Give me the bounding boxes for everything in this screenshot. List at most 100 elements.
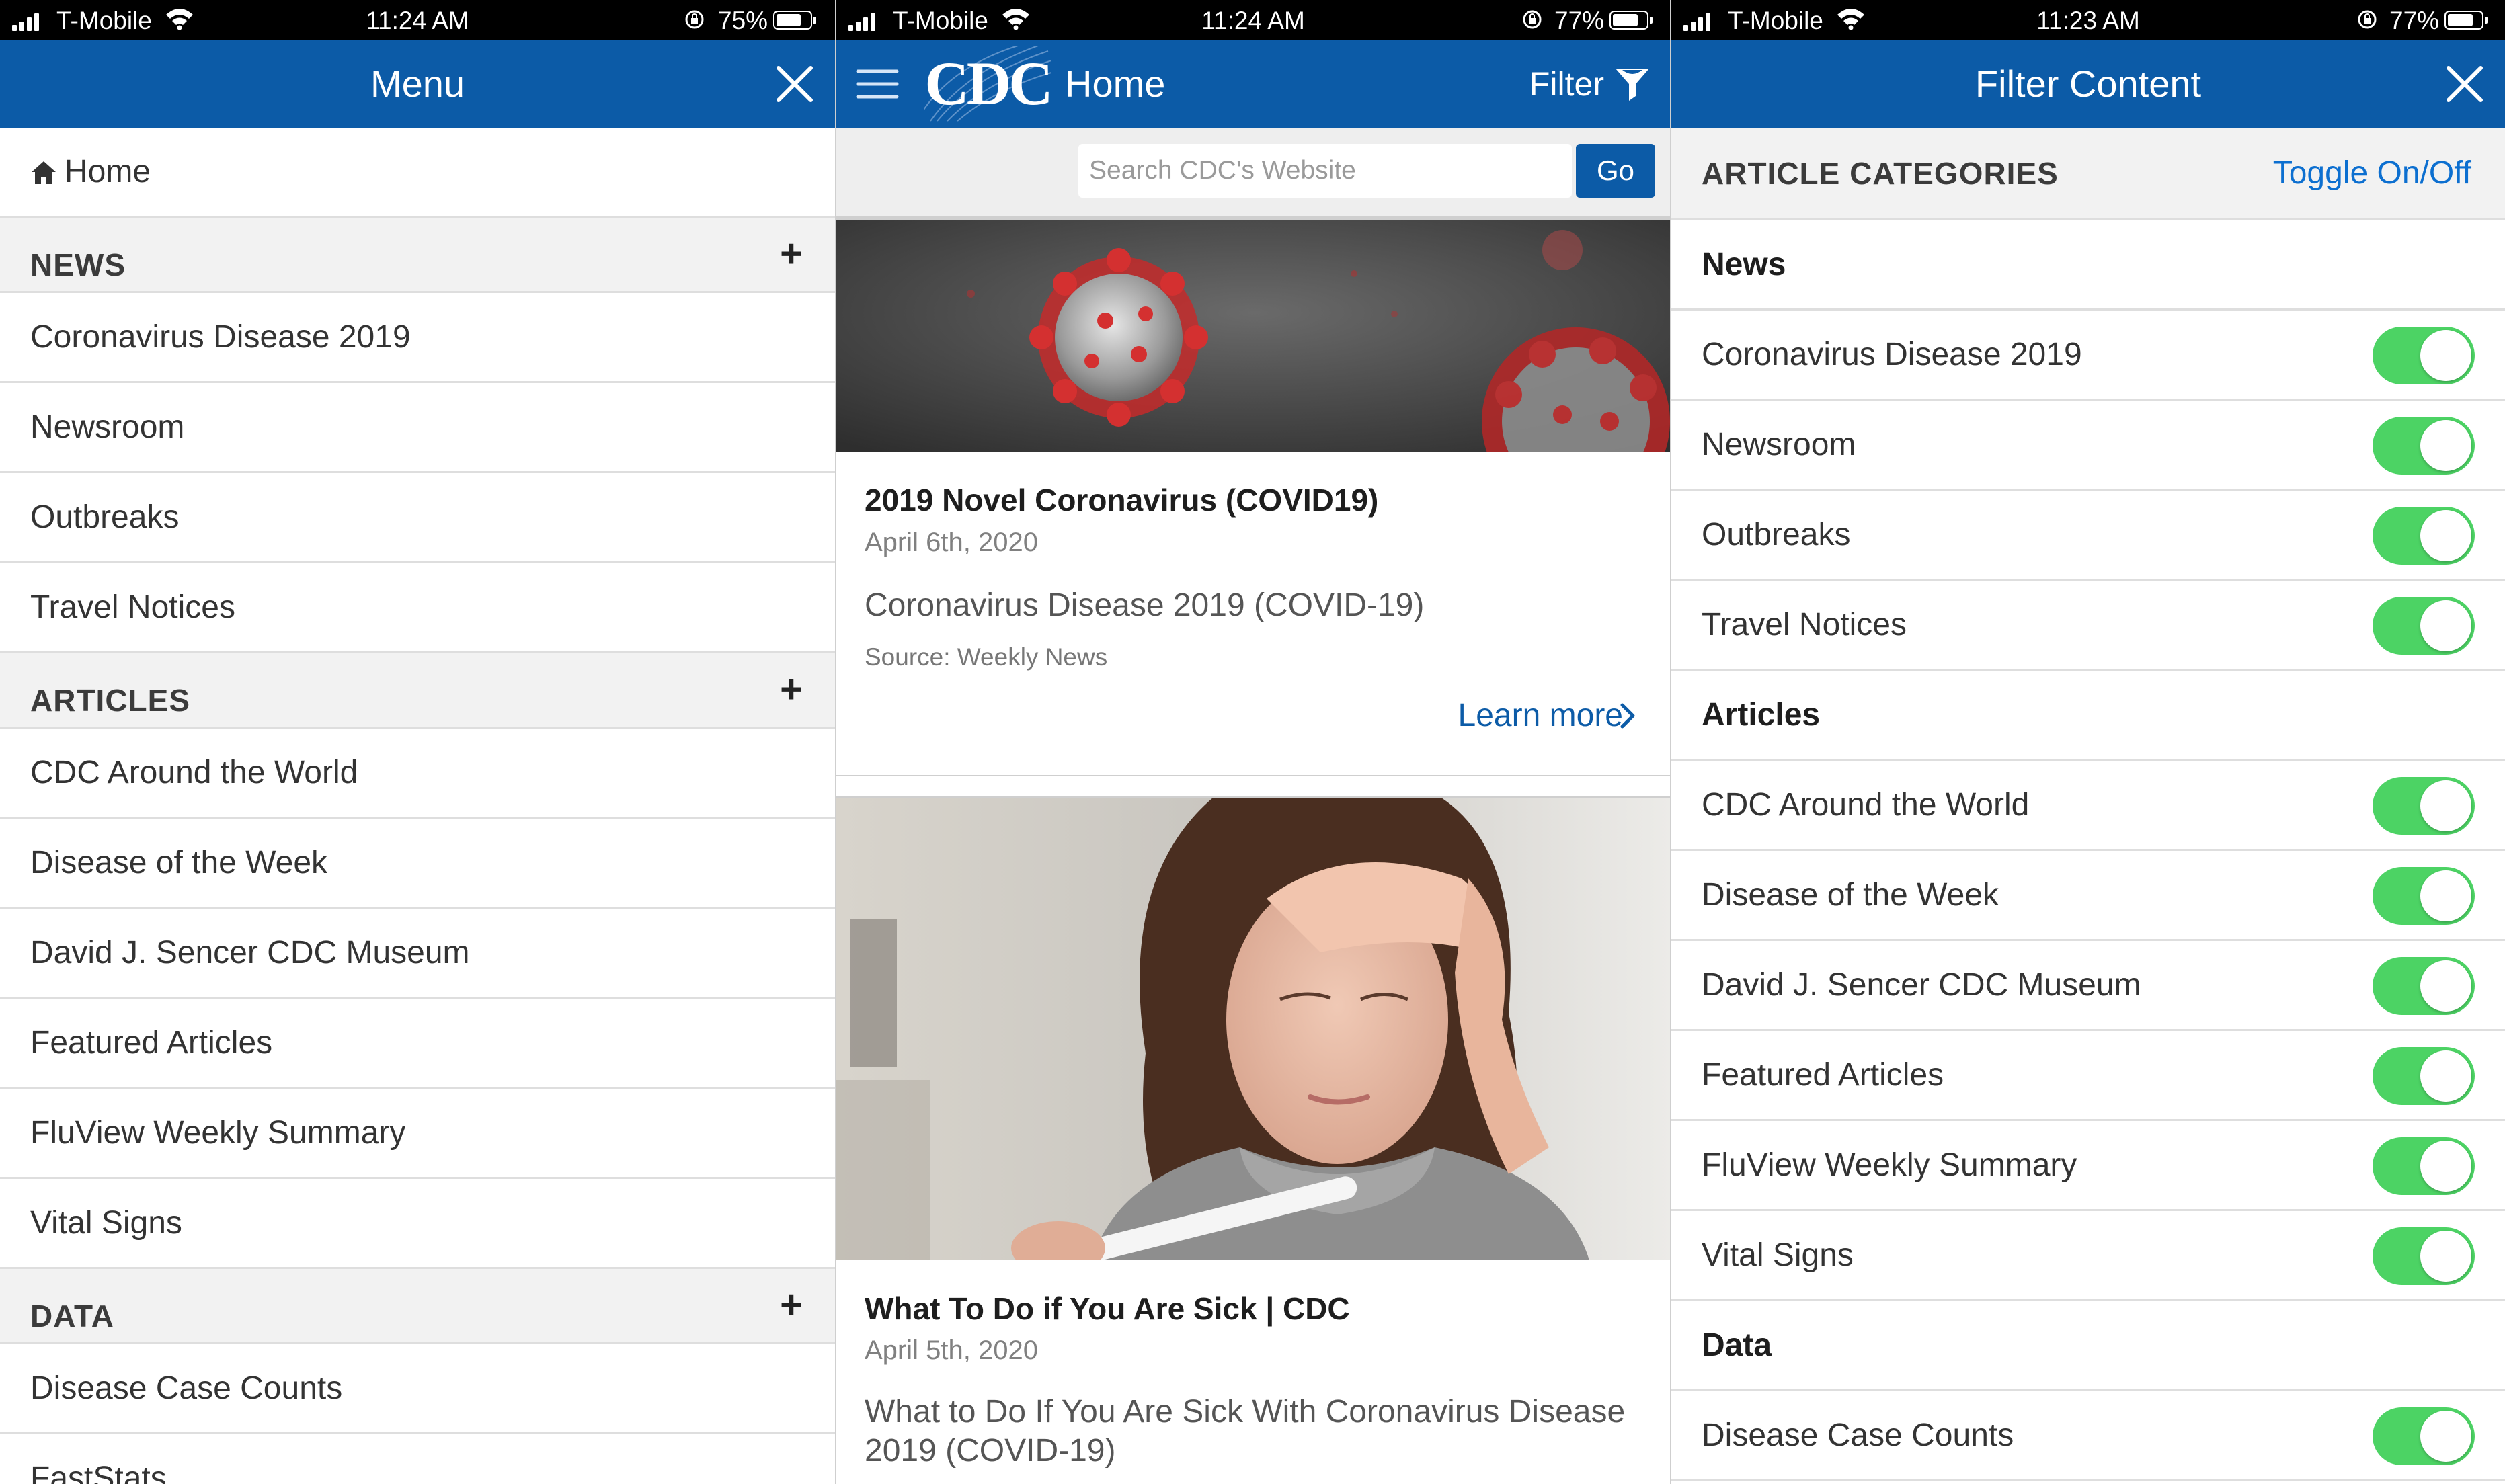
menu-item[interactable]: Vital Signs [0, 1179, 835, 1269]
menu-item-home[interactable]: Home [0, 128, 835, 218]
menu-item[interactable]: David J. Sencer CDC Museum [0, 909, 835, 999]
menu-item-label: Disease of the Week [30, 845, 328, 880]
menu-item-label: Outbreaks [30, 499, 180, 535]
menu-title: Menu [370, 63, 465, 105]
menu-item[interactable]: Outbreaks [0, 473, 835, 563]
orientation-lock-icon [1523, 10, 1542, 29]
toggle-switch[interactable] [2373, 327, 2475, 384]
cdc-logo[interactable]: CDC [923, 45, 1053, 122]
filter-row: FluView Weekly Summary [1671, 1121, 2505, 1211]
article-card[interactable]: 2019 Novel Coronavirus (COVID19) April 6… [836, 218, 1670, 776]
menu-screen: T-Mobile 11:24 AM 75% Menu Home NEWS + C… [0, 0, 835, 1484]
cdc-logo-text: CDC [924, 49, 1053, 118]
card-title[interactable]: 2019 Novel Coronavirus (COVID19) [865, 482, 1378, 518]
filter-row: CDC Around the World [1671, 761, 2505, 851]
chevron-right-icon[interactable] [1619, 702, 1636, 729]
toggle-switch[interactable] [2373, 507, 2475, 565]
menu-item-label: FastStats [30, 1460, 167, 1484]
toggle-switch[interactable] [2373, 1047, 2475, 1105]
expand-plus-icon[interactable]: + [780, 1282, 803, 1327]
menu-item[interactable]: Disease of the Week [0, 819, 835, 909]
card-title[interactable]: What To Do if You Are Sick | CDC [865, 1290, 1350, 1327]
sick-woman-image [836, 798, 1670, 1260]
section-title: DATA [30, 1298, 114, 1333]
expand-plus-icon[interactable]: + [780, 231, 803, 276]
menu-item[interactable]: Newsroom [0, 383, 835, 473]
filter-header: Filter Content [1671, 40, 2505, 128]
search-input[interactable] [1078, 144, 1572, 198]
battery-icon [2444, 11, 2488, 30]
menu-item[interactable]: FastStats [0, 1434, 835, 1484]
filter-screen: T-Mobile 11:23 AM 77% Filter Content ART… [1670, 0, 2505, 1484]
toggle-switch[interactable] [2373, 417, 2475, 475]
filter-label: David J. Sencer CDC Museum [1702, 967, 2141, 1003]
menu-item[interactable]: Featured Articles [0, 999, 835, 1089]
toggle-switch[interactable] [2373, 1407, 2475, 1465]
battery-icon [773, 11, 816, 30]
menu-item[interactable]: Travel Notices [0, 563, 835, 653]
filter-row: Coronavirus Disease 2019 [1671, 311, 2505, 401]
clock: 11:24 AM [1201, 7, 1305, 34]
section-title: ARTICLES [30, 683, 190, 718]
card-date: April 6th, 2020 [865, 528, 1038, 557]
close-icon[interactable] [773, 63, 816, 106]
card-date: April 5th, 2020 [865, 1335, 1038, 1365]
menu-item[interactable]: Disease Case Counts [0, 1344, 835, 1434]
hamburger-menu-icon[interactable] [855, 66, 900, 102]
page-title: Home [1065, 63, 1166, 105]
filter-row: Vital Signs [1671, 1211, 2505, 1301]
expand-plus-icon[interactable]: + [780, 667, 803, 712]
card-source: Source: Weekly News [865, 643, 1108, 671]
menu-item-label: Home [65, 154, 151, 190]
search-go-button[interactable]: Go [1576, 144, 1655, 198]
toggle-switch[interactable] [2373, 777, 2475, 835]
battery-percent: 77% [1554, 7, 1605, 34]
filter-icon[interactable] [1614, 65, 1651, 102]
toggle-switch[interactable] [2373, 867, 2475, 925]
battery-percent: 75% [718, 7, 768, 34]
filter-label: Travel Notices [1702, 607, 1907, 643]
filter-label: Disease Case Counts [1702, 1417, 2014, 1453]
menu-item[interactable]: FluView Weekly Summary [0, 1089, 835, 1179]
filter-row: David J. Sencer CDC Museum [1671, 941, 2505, 1031]
section-header-news[interactable]: NEWS + [0, 218, 835, 293]
section-header-data[interactable]: DATA + [0, 1269, 835, 1344]
card-description: What to Do If You Are Sick With Coronavi… [865, 1394, 1626, 1469]
search-bar: Go [836, 128, 1670, 218]
group-title: Data [1702, 1327, 1772, 1363]
filter-button[interactable]: Filter [1529, 40, 1604, 128]
battery-icon [1609, 11, 1653, 30]
filter-group-articles: Articles [1671, 671, 2505, 761]
toggle-switch[interactable] [2373, 1227, 2475, 1285]
menu-item-label: David J. Sencer CDC Museum [30, 935, 470, 971]
card-description: Coronavirus Disease 2019 (COVID-19) [865, 587, 1425, 623]
filter-label: CDC Around the World [1702, 787, 2030, 823]
home-icon [32, 161, 56, 184]
home-screen: T-Mobile 11:24 AM 77% CDC Home Filter Go [835, 0, 1670, 1484]
toggle-switch[interactable] [2373, 1137, 2475, 1195]
filter-group-news: News [1671, 220, 2505, 311]
filter-row: Disease of the Week [1671, 851, 2505, 941]
menu-item[interactable]: CDC Around the World [0, 729, 835, 819]
toggle-switch[interactable] [2373, 957, 2475, 1015]
menu-header: Menu [0, 40, 835, 128]
learn-more-link[interactable]: Learn more [1458, 697, 1623, 734]
close-icon[interactable] [2443, 63, 2486, 106]
clock: 11:23 AM [2036, 7, 2140, 34]
article-card[interactable]: What To Do if You Are Sick | CDC April 5… [836, 796, 1670, 1484]
menu-item[interactable]: Coronavirus Disease 2019 [0, 293, 835, 383]
filter-row: Newsroom [1671, 401, 2505, 491]
filter-label: Outbreaks [1702, 517, 1851, 552]
section-header-articles[interactable]: ARTICLES + [0, 653, 835, 729]
toggle-all-link[interactable]: Toggle On/Off [2273, 128, 2471, 219]
menu-item-label: Coronavirus Disease 2019 [30, 319, 411, 355]
filter-row: Featured Articles [1671, 1031, 2505, 1121]
status-bar: T-Mobile 11:24 AM 77% [836, 0, 1670, 40]
filter-label: Newsroom [1702, 427, 1856, 462]
filter-row: Disease Case Counts [1671, 1391, 2505, 1481]
toggle-switch[interactable] [2373, 597, 2475, 655]
filter-label: Disease of the Week [1702, 877, 1999, 913]
section-title: NEWS [30, 247, 126, 282]
filter-label: Featured Articles [1702, 1057, 1944, 1093]
filter-label: Vital Signs [1702, 1237, 1854, 1273]
